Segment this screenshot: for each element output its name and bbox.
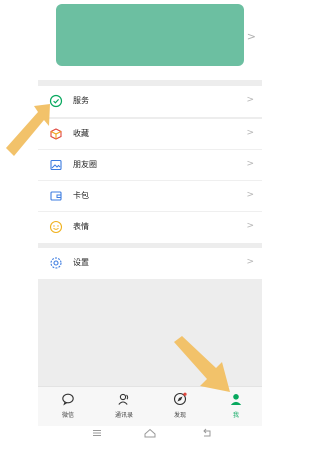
chevron-right-icon: >	[246, 257, 254, 267]
chat-bubble-icon	[60, 391, 76, 407]
menu-item-services[interactable]: 服务 >	[38, 86, 262, 117]
smiley-icon	[49, 220, 63, 234]
menu-icon[interactable]	[90, 427, 104, 439]
tab-me[interactable]: 我	[216, 391, 256, 425]
menu-item-moments[interactable]: 朋友圈 >	[38, 150, 262, 181]
menu-group-services: 服务 >	[38, 86, 262, 117]
tab-contacts[interactable]: 通讯录	[104, 391, 144, 425]
chevron-right-icon: >	[246, 95, 254, 105]
tab-label: 微信	[61, 412, 74, 419]
contacts-icon	[116, 391, 132, 407]
chevron-right-icon: >	[246, 159, 254, 169]
menu-item-label: 卡包	[73, 191, 89, 200]
tab-chats[interactable]: 微信	[48, 391, 88, 425]
tab-label: 我	[232, 412, 239, 419]
annotation-arrow-icon	[6, 104, 50, 156]
chevron-right-icon: >	[246, 190, 254, 200]
back-icon[interactable]	[200, 427, 214, 439]
menu-item-stickers[interactable]: 表情 >	[38, 212, 262, 243]
menu-item-label: 表情	[73, 222, 89, 231]
chevron-right-icon: >	[246, 30, 256, 43]
tab-label: 发现	[173, 412, 186, 419]
annotation-arrow-icon	[174, 336, 230, 392]
menu-item-settings[interactable]: 设置 >	[38, 248, 262, 279]
menu-item-label: 朋友圈	[73, 160, 97, 169]
system-navigation-bar	[38, 426, 262, 440]
menu-group-main: 收藏 > 朋友圈 > 卡包 > 表情 >	[38, 119, 262, 243]
menu-item-favorites[interactable]: 收藏 >	[38, 119, 262, 150]
tab-discover[interactable]: 发现	[160, 391, 200, 425]
menu-item-wallet[interactable]: 卡包 >	[38, 181, 262, 212]
chevron-right-icon: >	[246, 128, 254, 138]
profile-blurred-area	[56, 4, 244, 66]
wallet-icon	[49, 189, 63, 203]
gear-icon	[49, 256, 63, 270]
home-icon[interactable]	[143, 427, 157, 439]
tab-label: 通讯录	[114, 412, 133, 419]
menu-item-label: 设置	[73, 258, 89, 267]
chevron-right-icon: >	[246, 221, 254, 231]
menu-group-settings: 设置 >	[38, 248, 262, 279]
menu-item-label: 收藏	[73, 129, 89, 138]
profile-header[interactable]: >	[38, 0, 262, 80]
menu-item-label: 服务	[73, 96, 89, 105]
